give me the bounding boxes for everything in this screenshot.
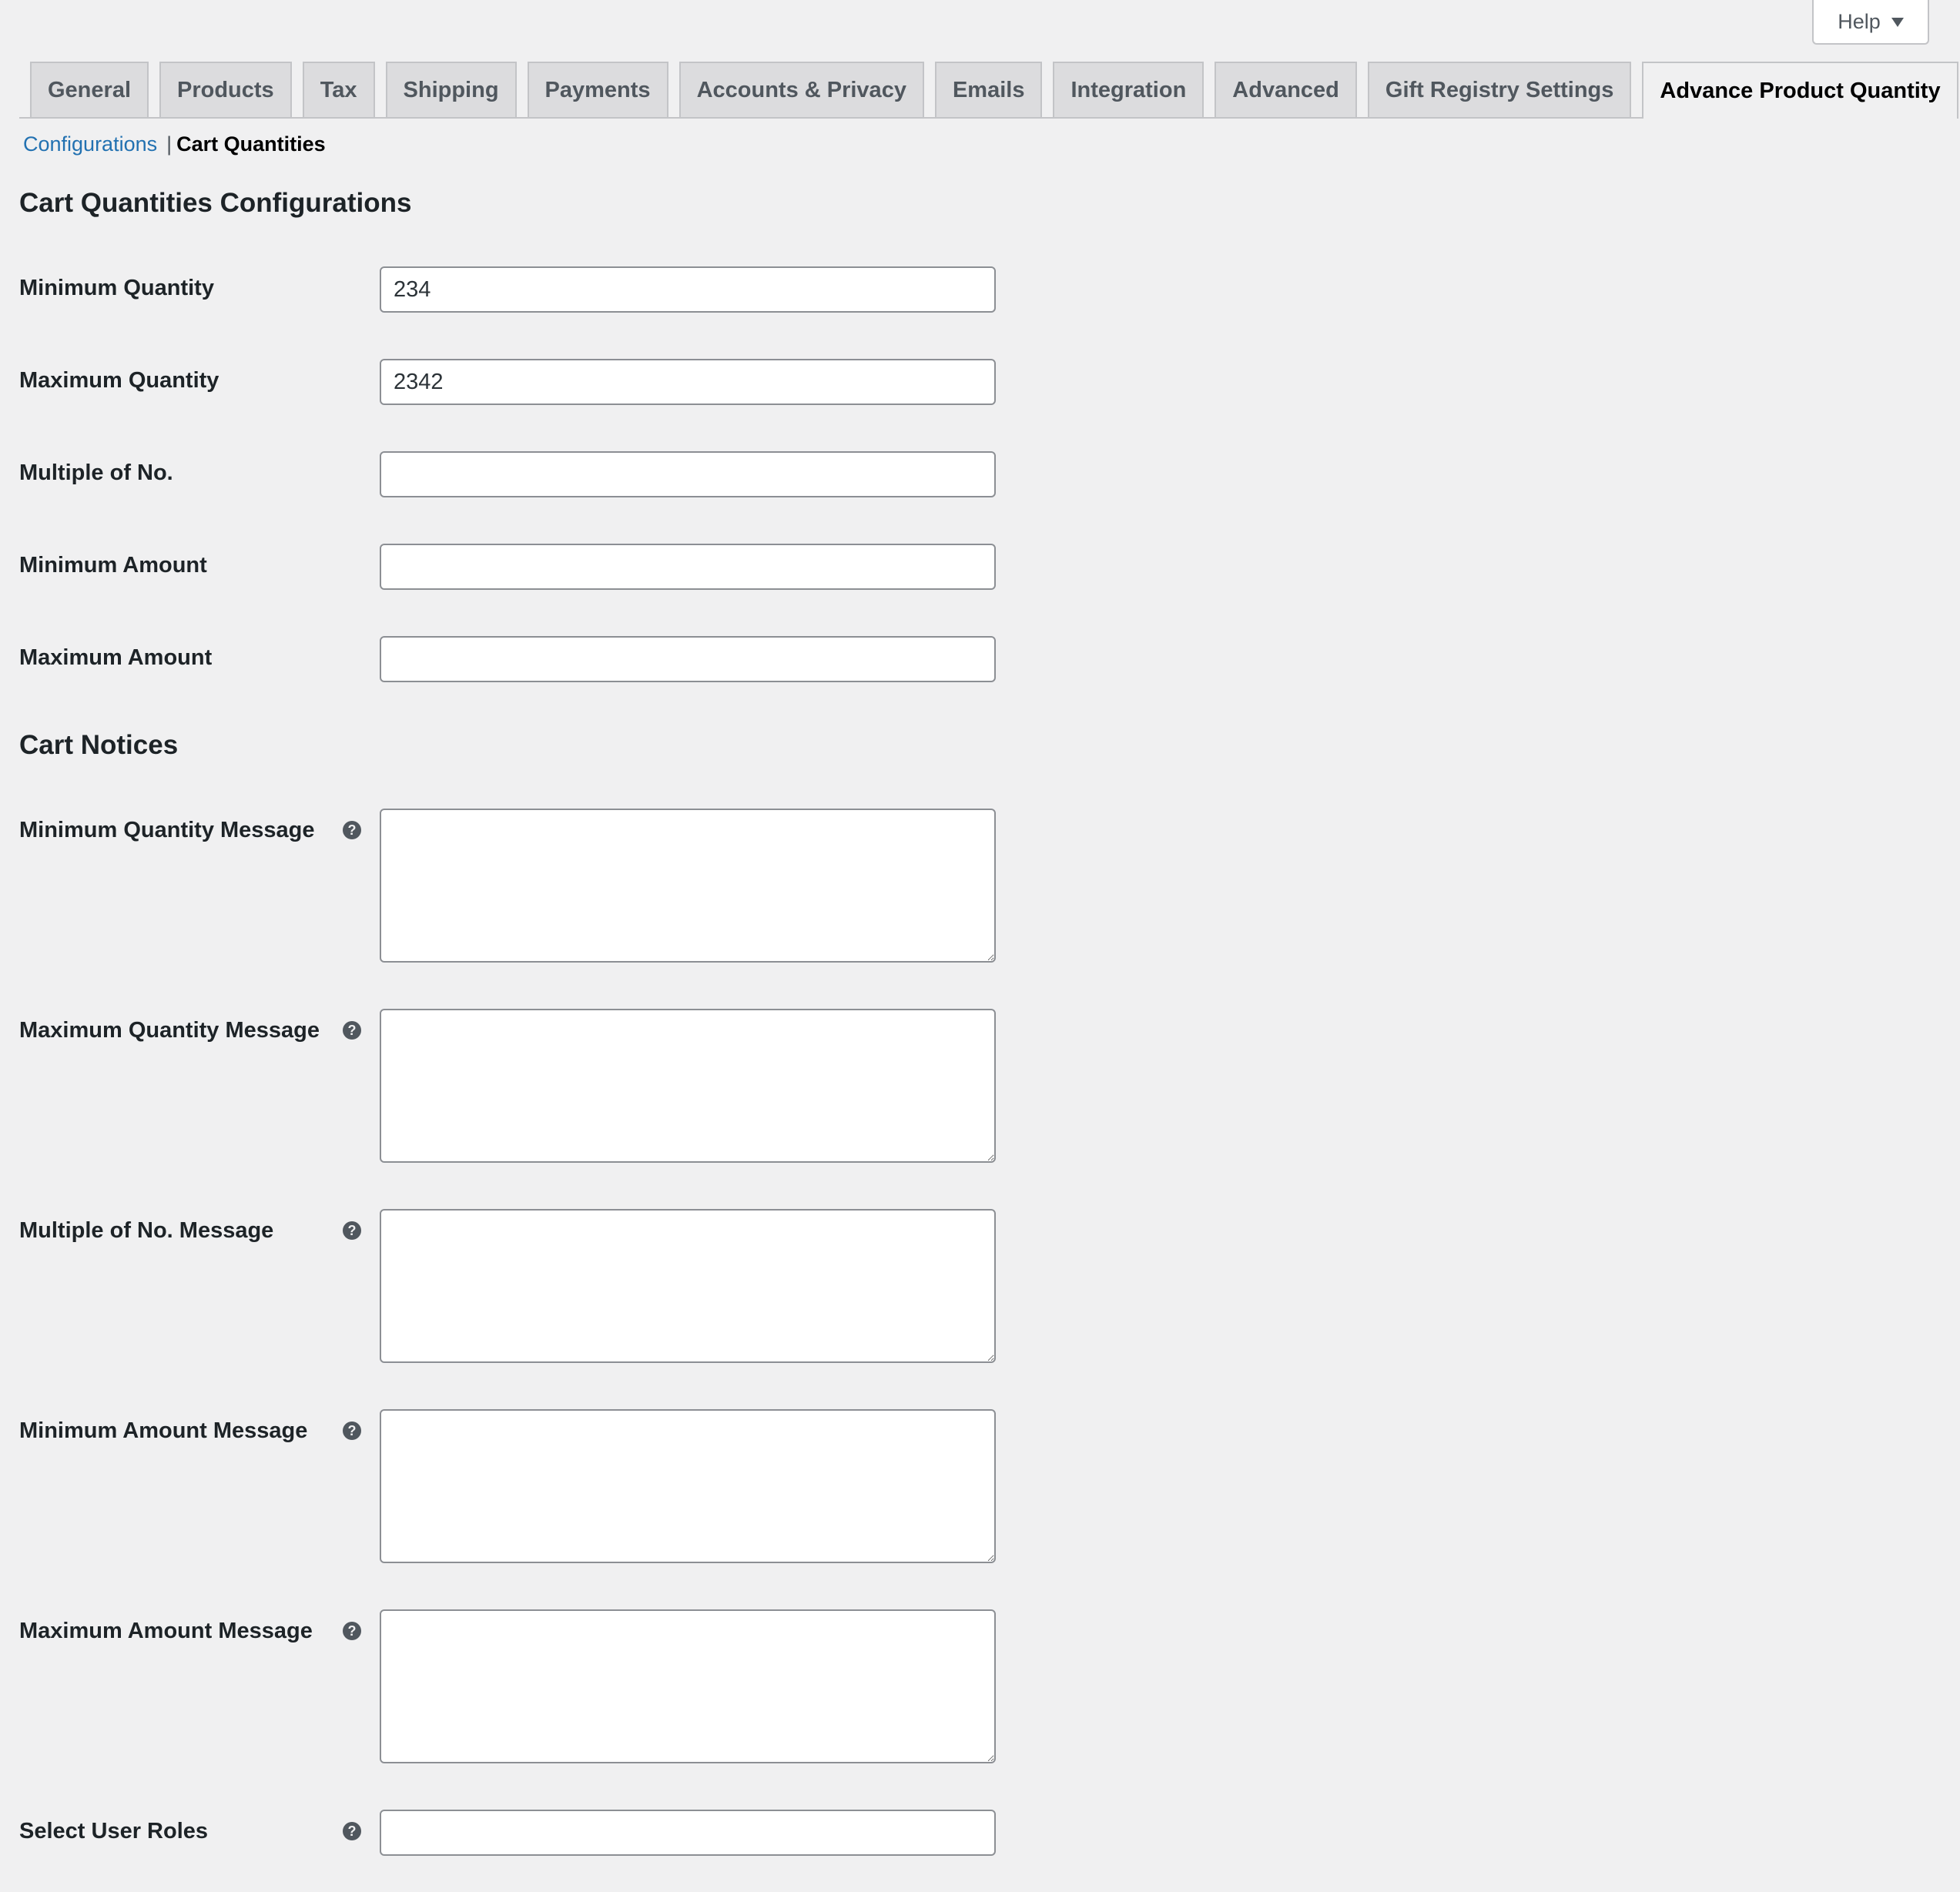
multiple-of-no-input[interactable] bbox=[380, 451, 996, 497]
tab-integration[interactable]: Integration bbox=[1053, 62, 1204, 117]
tab-tax[interactable]: Tax bbox=[302, 62, 375, 117]
label-maximum-amount-message: Maximum Amount Message bbox=[19, 1619, 313, 1643]
tab-accounts-privacy[interactable]: Accounts & Privacy bbox=[678, 62, 924, 117]
label-multiple-of-no-message: Multiple of No. Message bbox=[19, 1218, 274, 1243]
minimum-quantity-input[interactable] bbox=[380, 266, 996, 313]
section-title-configurations: Cart Quantities Configurations bbox=[19, 188, 412, 218]
tab-gift-registry-settings[interactable]: Gift Registry Settings bbox=[1367, 62, 1632, 117]
breadcrumb: Configurations | Cart Quantities bbox=[23, 132, 326, 156]
tab-general[interactable]: General bbox=[30, 62, 149, 117]
tab-advance-product-quantity[interactable]: Advance Product Quantity bbox=[1642, 62, 1958, 119]
help-icon[interactable]: ? bbox=[343, 821, 361, 839]
help-button-label: Help bbox=[1838, 9, 1881, 33]
maximum-quantity-input[interactable] bbox=[380, 359, 996, 405]
tab-shipping[interactable]: Shipping bbox=[385, 62, 517, 117]
minimum-quantity-message-textarea[interactable] bbox=[380, 809, 996, 963]
help-icon[interactable]: ? bbox=[343, 1021, 361, 1040]
maximum-amount-input[interactable] bbox=[380, 636, 996, 682]
help-icon[interactable]: ? bbox=[343, 1422, 361, 1440]
label-maximum-amount: Maximum Amount bbox=[19, 645, 213, 670]
settings-tabs: General Products Tax Shipping Payments A… bbox=[19, 61, 1958, 119]
section-title-cart-notices: Cart Notices bbox=[19, 730, 179, 760]
label-minimum-amount: Minimum Amount bbox=[19, 553, 207, 578]
minimum-amount-message-textarea[interactable] bbox=[380, 1409, 996, 1563]
help-icon[interactable]: ? bbox=[343, 1622, 361, 1640]
maximum-quantity-message-textarea[interactable] bbox=[380, 1009, 996, 1163]
label-multiple-of-no: Multiple of No. bbox=[19, 460, 173, 485]
tab-payments[interactable]: Payments bbox=[527, 62, 668, 117]
label-maximum-quantity-message: Maximum Quantity Message bbox=[19, 1018, 320, 1043]
help-icon[interactable]: ? bbox=[343, 1221, 361, 1240]
label-minimum-quantity-message: Minimum Quantity Message bbox=[19, 818, 315, 842]
configurations-link[interactable]: Configurations bbox=[23, 132, 157, 156]
minimum-amount-input[interactable] bbox=[380, 544, 996, 590]
tab-products[interactable]: Products bbox=[159, 62, 292, 117]
maximum-amount-message-textarea[interactable] bbox=[380, 1609, 996, 1763]
breadcrumb-separator: | bbox=[166, 132, 173, 156]
multiple-of-no-message-textarea[interactable] bbox=[380, 1209, 996, 1363]
help-icon[interactable]: ? bbox=[343, 1822, 361, 1840]
caret-down-icon bbox=[1891, 18, 1904, 27]
user-roles-select[interactable] bbox=[380, 1810, 996, 1856]
label-minimum-amount-message: Minimum Amount Message bbox=[19, 1418, 308, 1443]
breadcrumb-current: Cart Quantities bbox=[176, 132, 326, 156]
tab-emails[interactable]: Emails bbox=[934, 62, 1043, 117]
label-maximum-quantity: Maximum Quantity bbox=[19, 368, 219, 393]
tab-advanced[interactable]: Advanced bbox=[1215, 62, 1357, 117]
help-button[interactable]: Help bbox=[1812, 0, 1929, 45]
label-minimum-quantity: Minimum Quantity bbox=[19, 276, 214, 300]
label-select-user-roles: Select User Roles bbox=[19, 1819, 209, 1843]
